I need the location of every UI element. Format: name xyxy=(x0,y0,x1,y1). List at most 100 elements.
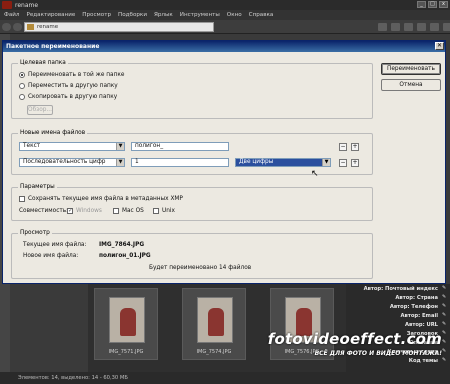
metadata-row[interactable]: Автор: Страна ✎ xyxy=(346,293,450,302)
target-folder-label: Целевая папка xyxy=(18,60,68,66)
menu-file[interactable]: Файл xyxy=(4,12,19,18)
close-icon[interactable]: ✕ xyxy=(435,42,444,50)
edit-pen-icon[interactable]: ✎ xyxy=(442,349,448,354)
edit-pen-icon[interactable]: ✎ xyxy=(442,304,448,309)
metadata-row[interactable]: Автор: Телефон ✎ xyxy=(346,302,450,311)
browse-button[interactable]: Обзор... xyxy=(27,105,53,115)
remove-row-button[interactable]: − xyxy=(339,159,347,167)
keep-name-xmp-checkbox[interactable]: Сохранять текущее имя файла в метаданных… xyxy=(19,196,183,202)
edit-pen-icon[interactable]: ✎ xyxy=(442,331,448,336)
radio-dot xyxy=(19,72,25,78)
forward-icon[interactable] xyxy=(13,23,22,31)
status-bar: Элементов: 14, выделено: 14 - 60,30 МБ xyxy=(0,372,450,384)
rotate-right-icon[interactable] xyxy=(417,23,426,31)
preview-label: Просмотр xyxy=(18,230,52,236)
thumbnail-caption: IMG_7571.JPG xyxy=(108,349,144,355)
menu-help[interactable]: Справка xyxy=(249,12,274,18)
chevron-down-icon: ▼ xyxy=(116,143,124,150)
path-bar[interactable]: rename xyxy=(24,22,214,32)
edit-pen-icon[interactable]: ✎ xyxy=(442,358,448,363)
add-row-button[interactable]: + xyxy=(351,143,359,151)
cancel-button[interactable]: Отмена xyxy=(381,79,441,91)
metadata-row[interactable]: Автор: URL ✎ xyxy=(346,320,450,329)
remove-row-button[interactable]: − xyxy=(339,143,347,151)
rotate-left-icon[interactable] xyxy=(404,23,413,31)
add-row-button[interactable]: + xyxy=(351,159,359,167)
site-watermark: fotovideoeffect.com ВСЁ ДЛЯ ФОТО И ВИДЕО… xyxy=(268,330,442,357)
trash-icon[interactable] xyxy=(443,23,450,31)
thumbnail[interactable]: IMG_7571.JPG xyxy=(94,288,158,360)
checkbox-label: Windows xyxy=(76,208,102,214)
path-text: rename xyxy=(37,24,59,30)
radio-rename-same-folder[interactable]: Переименовать в той же папке xyxy=(19,72,124,78)
edit-pen-icon[interactable]: ✎ xyxy=(442,340,448,345)
bridge-logo-icon xyxy=(2,1,12,9)
metadata-label: Код темы xyxy=(408,357,438,364)
metadata-row[interactable]: Автор: Почтовый индекс ✎ xyxy=(346,284,450,293)
menu-bar: Файл Редактирование Просмотр Подборки Яр… xyxy=(0,10,450,20)
thumbnail[interactable]: IMG_7574.JPG xyxy=(182,288,246,360)
watermark-slogan: ВСЁ ДЛЯ ФОТО И ВИДЕО МОНТАЖА! xyxy=(314,350,442,357)
minimize-icon[interactable]: _ xyxy=(417,1,426,8)
delete-icon[interactable] xyxy=(430,23,439,31)
menu-edit[interactable]: Редактирование xyxy=(26,12,75,18)
new-name-value: полигон_01.JPG xyxy=(99,253,151,259)
checkbox-label: Mac OS xyxy=(122,208,144,214)
folder-icon xyxy=(27,24,34,30)
radio-dot xyxy=(19,83,25,89)
options-label: Параметры xyxy=(18,184,57,190)
text-input[interactable]: полигон_ xyxy=(131,142,229,151)
batch-rename-dialog: Пакетное переименование ✕ Целевая папка … xyxy=(2,40,446,284)
compat-windows-checkbox: Windows xyxy=(67,207,102,214)
radio-move-folder[interactable]: Переместить в другую папку xyxy=(19,83,118,89)
radio-copy-folder[interactable]: Скопировать в другую папку xyxy=(19,94,117,100)
checkbox-box xyxy=(67,207,73,214)
rename-button[interactable]: Переименовать xyxy=(381,63,441,75)
menu-view[interactable]: Просмотр xyxy=(82,12,111,18)
metadata-label: Автор: Страна xyxy=(395,294,438,301)
radio-label: Скопировать в другую папку xyxy=(28,94,118,100)
menu-stacks[interactable]: Подборки xyxy=(118,12,147,18)
new-names-group: Новые имена файлов xyxy=(11,130,373,175)
compat-macos-checkbox[interactable]: Mac OS xyxy=(113,208,144,214)
star-filter-icon[interactable] xyxy=(378,23,387,31)
name-type-select-1[interactable]: Текст ▼ xyxy=(19,142,125,151)
checkbox-label: Сохранять текущее имя файла в метаданных… xyxy=(28,196,183,202)
menu-window[interactable]: Окно xyxy=(227,12,242,18)
new-names-label: Новые имена файлов xyxy=(18,130,88,136)
sequence-start-input[interactable]: 1 xyxy=(131,158,229,167)
new-folder-icon[interactable] xyxy=(391,23,400,31)
toolbar: rename xyxy=(0,20,450,34)
current-name-label: Текущее имя файла: xyxy=(23,242,87,248)
dialog-title: Пакетное переименование xyxy=(6,43,100,50)
metadata-label: Автор: Почтовый индекс xyxy=(363,285,438,292)
metadata-row[interactable]: Автор: Email ✎ xyxy=(346,311,450,320)
metadata-label: Автор: Телефон xyxy=(389,303,438,310)
edit-pen-icon[interactable]: ✎ xyxy=(442,313,448,318)
digits-select[interactable]: Две цифры ▼ xyxy=(235,158,331,167)
select-value: Текст xyxy=(23,143,41,149)
edit-pen-icon[interactable]: ✎ xyxy=(442,295,448,300)
chevron-down-icon: ▼ xyxy=(322,159,330,166)
metadata-row[interactable]: Код темы ✎ xyxy=(346,356,450,365)
menu-label[interactable]: Ярлык xyxy=(154,12,173,18)
menu-tools[interactable]: Инструменты xyxy=(180,12,220,18)
checkbox-label: Unix xyxy=(162,208,175,214)
compat-unix-checkbox[interactable]: Unix xyxy=(153,208,175,214)
metadata-label: Автор: Email xyxy=(400,312,438,319)
close-window-icon[interactable]: x xyxy=(439,1,448,8)
radio-label: Переименовать в той же папке xyxy=(28,72,125,78)
checkbox-box xyxy=(19,196,25,202)
options-group: Параметры xyxy=(11,184,373,221)
name-type-select-2[interactable]: Последовательность цифр ▼ xyxy=(19,158,125,167)
edit-pen-icon[interactable]: ✎ xyxy=(442,322,448,327)
edit-pen-icon[interactable]: ✎ xyxy=(442,286,448,291)
radio-dot xyxy=(19,94,25,100)
checkbox-box xyxy=(153,208,159,214)
new-name-label: Новое имя файла: xyxy=(23,253,79,259)
back-icon[interactable] xyxy=(2,23,11,31)
maximize-icon[interactable]: □ xyxy=(428,1,437,8)
radio-label: Переместить в другую папку xyxy=(28,83,118,89)
compat-label: Совместимость: xyxy=(19,208,69,214)
photo-image xyxy=(197,297,233,343)
